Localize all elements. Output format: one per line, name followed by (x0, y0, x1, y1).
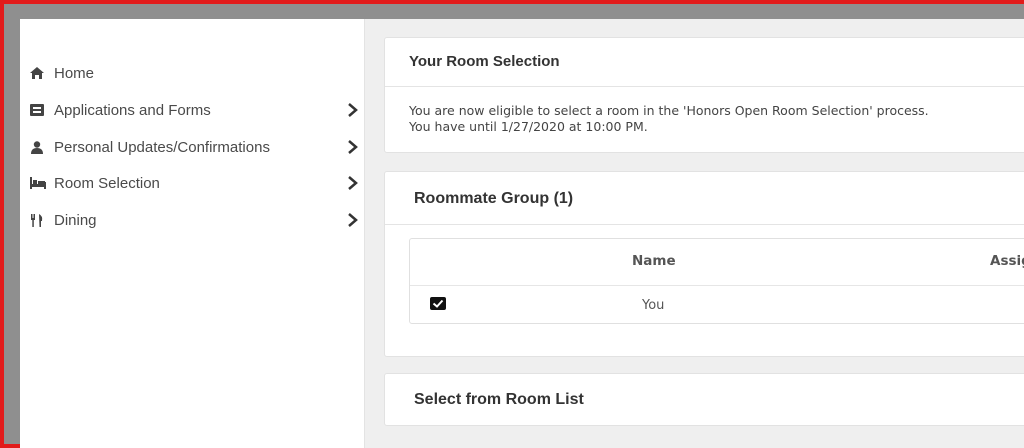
roommate-table: Name Assig You (409, 238, 1024, 324)
roommate-group-card: Roommate Group (1) Name Assig You (384, 171, 1024, 357)
chevron-right-icon (348, 176, 358, 190)
utensils-icon (30, 212, 50, 228)
home-icon (30, 65, 50, 81)
main-content: Your Room Selection You are now eligible… (364, 19, 1024, 448)
sidebar-item-personal-updates[interactable]: Personal Updates/Confirmations (30, 135, 360, 159)
chevron-right-icon (348, 103, 358, 117)
column-header-name: Name (632, 253, 676, 269)
sidebar-item-applications[interactable]: Applications and Forms (30, 98, 360, 122)
divider (385, 86, 1024, 87)
screenshot-frame: Home Applications and Forms Personal Upd… (4, 4, 1024, 448)
roommate-name-cell: You (642, 298, 665, 313)
form-icon (30, 102, 50, 118)
user-icon (30, 139, 50, 155)
divider (385, 224, 1024, 225)
sidebar-item-label: Home (54, 64, 95, 82)
card-title: Roommate Group (1) (414, 190, 574, 207)
eligibility-text: You are now eligible to select a room in… (409, 103, 929, 118)
sidebar: Home Applications and Forms Personal Upd… (20, 19, 365, 448)
bed-icon (30, 175, 50, 191)
sidebar-item-label: Dining (54, 211, 97, 229)
deadline-text: You have until 1/27/2020 at 10:00 PM. (409, 119, 648, 134)
check-icon (432, 299, 444, 308)
row-checkbox[interactable] (430, 297, 446, 310)
sidebar-item-label: Room Selection (54, 174, 160, 192)
sidebar-item-label: Personal Updates/Confirmations (54, 138, 270, 156)
room-selection-card: Your Room Selection You are now eligible… (384, 37, 1024, 153)
sidebar-item-room-selection[interactable]: Room Selection (30, 171, 360, 195)
card-title: Your Room Selection (409, 53, 560, 70)
room-list-card[interactable]: Select from Room List (384, 373, 1024, 426)
sidebar-item-dining[interactable]: Dining (30, 208, 360, 232)
sidebar-item-label: Applications and Forms (54, 101, 211, 119)
card-title: Select from Room List (414, 391, 584, 408)
app-window: Home Applications and Forms Personal Upd… (20, 19, 1024, 448)
chevron-right-icon (348, 213, 358, 227)
column-header-assigned: Assig (990, 253, 1024, 269)
row-divider (410, 285, 1024, 286)
sidebar-item-home[interactable]: Home (30, 61, 360, 85)
chevron-right-icon (348, 140, 358, 154)
